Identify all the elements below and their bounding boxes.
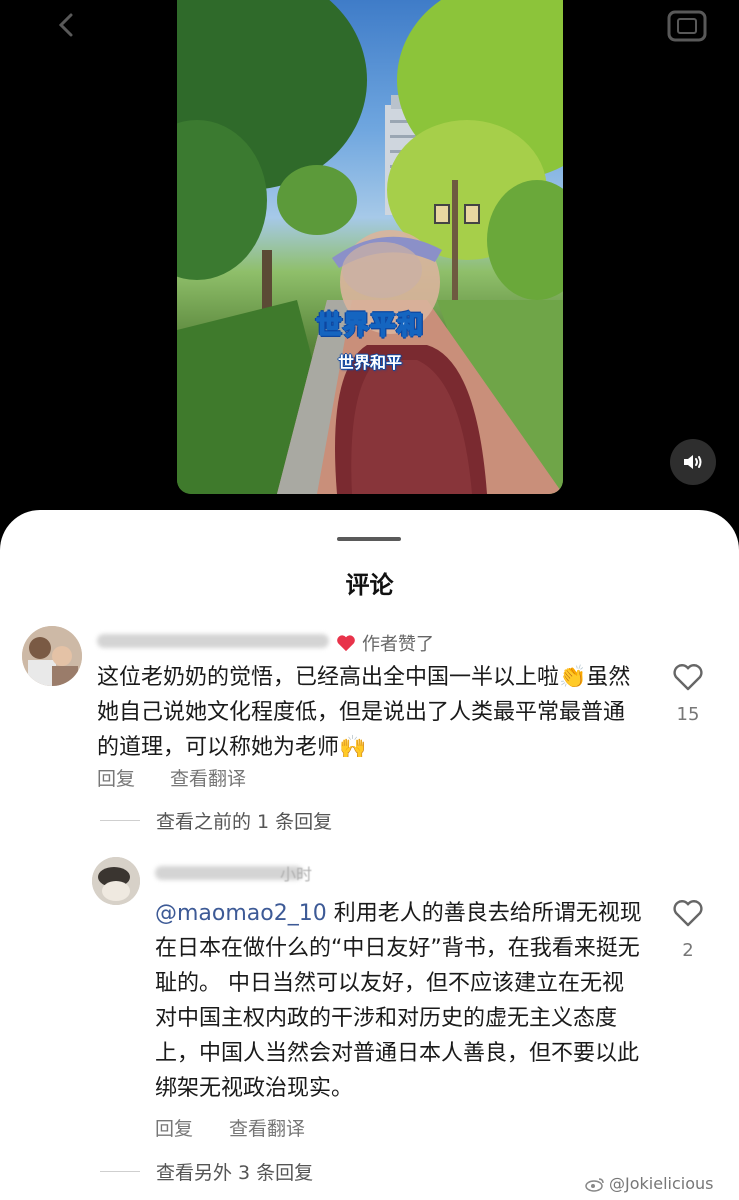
reply-button[interactable]: 回复 xyxy=(97,764,135,791)
video-scene-image xyxy=(177,0,563,494)
back-icon[interactable] xyxy=(52,10,82,40)
speaker-icon xyxy=(684,455,702,469)
sheet-title: 评论 xyxy=(345,571,394,599)
reply-time-blurred: 小时 xyxy=(280,865,313,884)
video-caption-sub: 世界和平 xyxy=(337,353,402,372)
comment-author-name-blurred[interactable] xyxy=(97,634,329,648)
like-count: 2 xyxy=(682,940,694,961)
like-count: 15 xyxy=(676,704,700,725)
video-caption-main: 世界平和 xyxy=(315,310,424,342)
mention-link[interactable]: @maomao2_10 xyxy=(155,901,327,926)
author-liked-label: 作者赞了 xyxy=(362,634,434,655)
heart-outline-icon xyxy=(673,664,703,691)
avatar[interactable] xyxy=(92,857,140,905)
like-button[interactable]: 15 xyxy=(658,662,718,725)
translate-button[interactable]: 查看翻译 xyxy=(229,1114,305,1141)
translate-button[interactable]: 查看翻译 xyxy=(170,764,246,791)
view-previous-replies[interactable]: 查看之前的 1 条回复 xyxy=(100,807,332,834)
avatar[interactable] xyxy=(22,626,82,686)
divider xyxy=(100,1171,140,1172)
screen-frame-icon[interactable] xyxy=(665,6,709,46)
heart-filled-icon xyxy=(337,635,355,652)
reply-button[interactable]: 回复 xyxy=(155,1114,193,1141)
comment-text: 这位老奶奶的觉悟，已经高出全中国一半以上啦👏虽然她自己说她文化程度低，但是说出了… xyxy=(97,665,631,760)
view-more-replies[interactable]: 查看另外 3 条回复 xyxy=(100,1158,313,1185)
like-button[interactable]: 2 xyxy=(658,898,718,961)
heart-outline-icon xyxy=(673,900,703,927)
video-player[interactable]: 世界平和 世界和平 xyxy=(177,0,563,494)
weibo-logo-icon xyxy=(585,1177,604,1192)
drag-handle[interactable] xyxy=(337,537,401,541)
author-liked-indicator: 作者赞了 xyxy=(336,630,434,656)
comment-sheet: 评论 作者赞了 这位老奶奶的觉悟，已经高出全中国一半以上啦👏虽然她自己说她文化程… xyxy=(0,510,739,1200)
reply-text: @maomao2_10 利用老人的善良去给所谓无视现在日本在做什么的“中日友好”… xyxy=(155,896,645,1106)
watermark-text: @Jokielicious xyxy=(609,1174,714,1193)
volume-button[interactable] xyxy=(670,439,716,485)
view-replies-label: 查看另外 3 条回复 xyxy=(156,1162,314,1184)
view-replies-label: 查看之前的 1 条回复 xyxy=(156,811,333,833)
watermark: @Jokielicious xyxy=(585,1174,713,1193)
reply-body: 利用老人的善良去给所谓无视现在日本在做什么的“中日友好”背书，在我看来挺无耻的。… xyxy=(155,901,642,1101)
divider xyxy=(100,820,140,821)
